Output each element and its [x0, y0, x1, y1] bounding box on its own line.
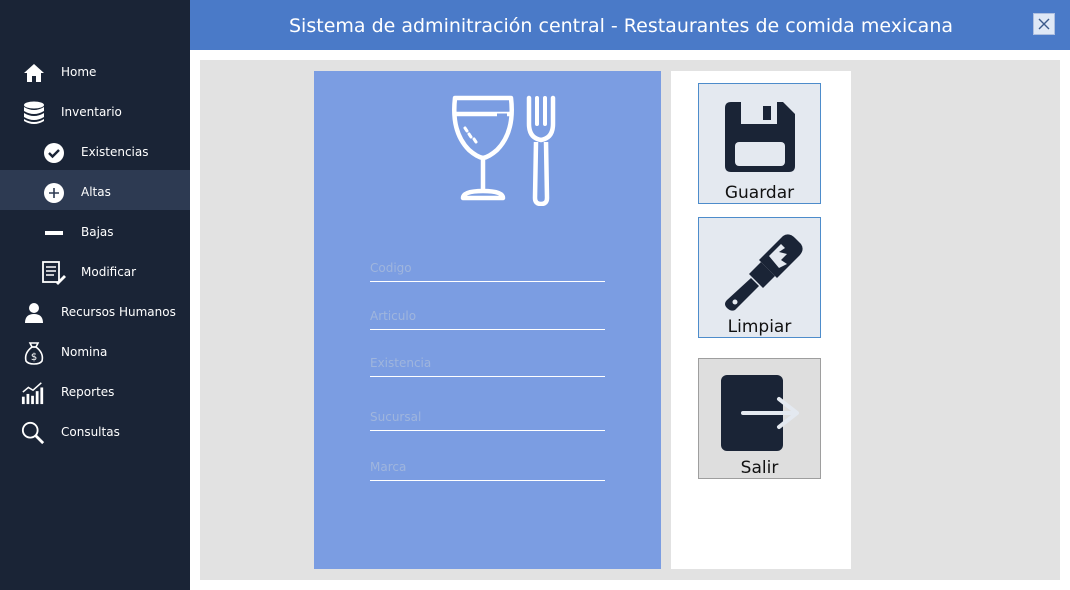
sidebar-item-nomina[interactable]: $ Nomina [0, 333, 190, 373]
codigo-field[interactable] [370, 257, 605, 282]
paint-brush-icon [721, 230, 803, 311]
exit-door-icon [721, 373, 799, 451]
svg-text:$: $ [31, 352, 37, 363]
sidebar-item-label: Recursos Humanos [61, 305, 176, 319]
sidebar-item-home[interactable]: Home [0, 53, 190, 93]
sidebar-item-label: Existencias [81, 145, 149, 159]
page-title: Sistema de adminitración central - Resta… [289, 15, 953, 37]
save-button[interactable]: Guardar [698, 83, 821, 204]
sidebar-item-consultas[interactable]: Consultas [0, 413, 190, 453]
articulo-field[interactable] [370, 305, 605, 330]
actions-panel: Guardar Limpiar Salir [671, 71, 851, 569]
search-icon [21, 421, 45, 445]
database-icon [22, 101, 46, 125]
existencia-input[interactable] [370, 352, 605, 374]
person-icon [22, 301, 46, 325]
sidebar-item-label: Modificar [81, 265, 137, 279]
sidebar-item-label: Nomina [61, 345, 108, 359]
edit-list-icon [42, 261, 66, 285]
existencia-field[interactable] [370, 352, 605, 377]
home-icon [22, 61, 46, 85]
sidebar: Home Inventario Existencias Altas Bajas [0, 0, 190, 590]
checkmark-circle-icon [42, 141, 66, 165]
sidebar-item-inventario[interactable]: Inventario [0, 93, 190, 133]
wine-glass-fork-icon [449, 94, 564, 210]
sidebar-item-reportes[interactable]: Reportes [0, 373, 190, 413]
sidebar-item-modificar[interactable]: Modificar [0, 253, 190, 293]
title-bar: Sistema de adminitración central - Resta… [190, 0, 1070, 50]
sucursal-field[interactable] [370, 406, 605, 431]
bar-chart-icon [21, 381, 45, 405]
exit-button[interactable]: Salir [698, 358, 821, 479]
close-icon [1038, 15, 1050, 34]
marca-field[interactable] [370, 456, 605, 481]
sidebar-item-altas[interactable]: Altas [0, 170, 190, 210]
sidebar-item-label: Consultas [61, 425, 120, 439]
sidebar-item-label: Altas [81, 185, 111, 199]
sidebar-item-recursos-humanos[interactable]: Recursos Humanos [0, 293, 190, 333]
plus-circle-icon [42, 181, 66, 205]
money-bag-icon: $ [22, 341, 46, 365]
sidebar-item-bajas[interactable]: Bajas [0, 213, 190, 253]
sucursal-input[interactable] [370, 406, 605, 428]
exit-button-label: Salir [740, 458, 779, 478]
marca-input[interactable] [370, 456, 605, 478]
save-button-label: Guardar [724, 183, 795, 203]
articulo-input[interactable] [370, 305, 605, 327]
sidebar-item-label: Reportes [61, 385, 115, 399]
form-panel [314, 71, 661, 569]
floppy-disk-icon [721, 98, 799, 176]
sidebar-item-label: Bajas [81, 225, 114, 239]
clear-button-label: Limpiar [727, 317, 792, 337]
sidebar-item-label: Inventario [61, 105, 122, 119]
minus-icon [42, 221, 66, 245]
clear-button[interactable]: Limpiar [698, 217, 821, 338]
sidebar-item-label: Home [61, 65, 97, 79]
close-button[interactable] [1033, 13, 1055, 35]
codigo-input[interactable] [370, 257, 605, 279]
sidebar-item-existencias[interactable]: Existencias [0, 133, 190, 173]
main-content: Guardar Limpiar [200, 60, 1060, 580]
